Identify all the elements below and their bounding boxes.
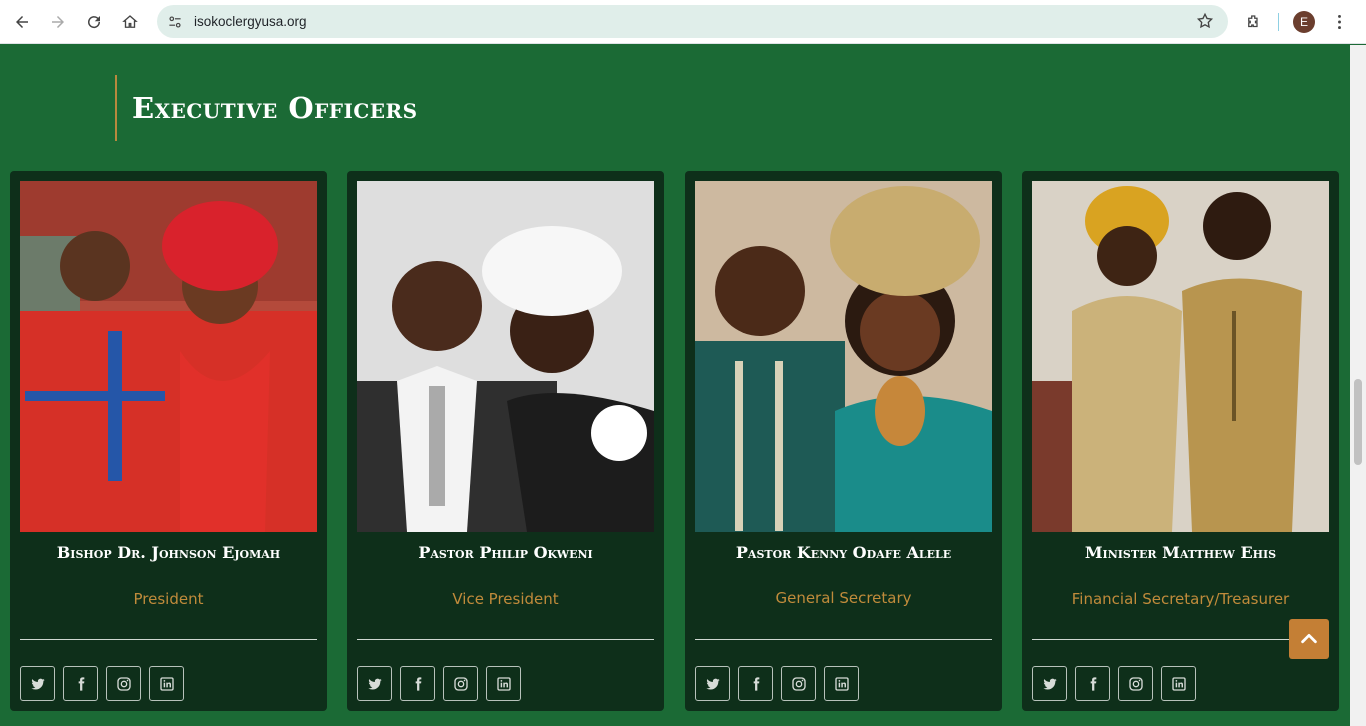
social-links [695,666,867,701]
linkedin-icon [1171,676,1186,691]
twitter-link[interactable] [695,666,730,701]
officer-role: Financial Secretary/Treasurer [1071,590,1290,608]
social-links [20,666,192,701]
facebook-icon [1090,676,1096,691]
officer-photo [357,181,654,532]
twitter-icon [1042,678,1057,690]
section-header: Executive Officers [115,75,418,141]
facebook-icon [415,676,421,691]
facebook-link[interactable] [400,666,435,701]
facebook-link[interactable] [738,666,773,701]
instagram-icon [453,676,468,691]
officer-photo [1032,181,1329,532]
url-text: isokoclergyusa.org [194,14,307,29]
toolbar-divider [1278,13,1279,31]
browser-toolbar: isokoclergyusa.org E [0,0,1366,44]
facebook-icon [753,676,759,691]
officer-card: Bishop Dr. Johnson Ejomah President [10,171,327,711]
officer-card: Pastor Kenny Odafe Alele General Secreta… [685,171,1002,711]
home-icon [122,14,138,28]
social-links [1032,666,1204,701]
twitter-icon [367,678,382,690]
address-bar[interactable]: isokoclergyusa.org [157,5,1228,38]
chevron-up-icon [1301,633,1317,644]
page-scrollbar[interactable] [1350,45,1366,726]
instagram-link[interactable] [1118,666,1153,701]
extensions-icon[interactable] [1240,8,1268,36]
card-divider [695,639,992,640]
linkedin-icon [834,676,849,691]
twitter-link[interactable] [357,666,392,701]
facebook-link[interactable] [63,666,98,701]
officer-role: Vice President [452,590,559,608]
profile-avatar[interactable]: E [1293,11,1315,33]
back-icon [16,15,28,28]
scrollbar-thumb[interactable] [1354,379,1362,465]
linkedin-icon [159,676,174,691]
officer-photo [695,181,992,532]
linkedin-link[interactable] [1161,666,1196,701]
bookmark-star-icon[interactable] [1196,12,1214,34]
forward-button[interactable] [42,6,74,38]
home-button[interactable] [114,6,146,38]
card-divider [20,639,317,640]
officer-name: Pastor Philip Okweni [418,543,593,562]
menu-icon[interactable] [1329,14,1349,30]
forward-icon [52,15,64,28]
site-settings-icon[interactable] [165,12,185,32]
instagram-link[interactable] [443,666,478,701]
facebook-icon [78,676,84,691]
officer-name: Minister Matthew Ehis [1084,543,1277,562]
instagram-link[interactable] [781,666,816,701]
facebook-link[interactable] [1075,666,1110,701]
twitter-link[interactable] [1032,666,1067,701]
officer-name: Bishop Dr. Johnson Ejomah [56,543,281,562]
linkedin-link[interactable] [149,666,184,701]
officer-photo [20,181,317,532]
twitter-link[interactable] [20,666,55,701]
linkedin-link[interactable] [486,666,521,701]
instagram-icon [116,676,131,691]
officer-role: General Secretary [775,589,912,607]
linkedin-link[interactable] [824,666,859,701]
twitter-icon [705,678,720,690]
linkedin-icon [496,676,511,691]
reload-button[interactable] [78,6,110,38]
scroll-to-top-button[interactable] [1289,619,1329,659]
section-title: Executive Officers [132,91,418,125]
twitter-icon [30,678,45,690]
card-divider [357,639,654,640]
officer-name: Pastor Kenny Odafe Alele [735,543,952,562]
instagram-icon [791,676,806,691]
instagram-link[interactable] [106,666,141,701]
page-content: Executive Officers Bishop Dr. Johnson Ej… [0,45,1350,726]
officer-role: President [133,590,204,608]
instagram-icon [1128,676,1143,691]
back-button[interactable] [6,6,38,38]
social-links [357,666,529,701]
officer-card: Pastor Philip Okweni Vice President [347,171,664,711]
card-divider [1032,639,1329,640]
reload-icon [88,15,101,28]
